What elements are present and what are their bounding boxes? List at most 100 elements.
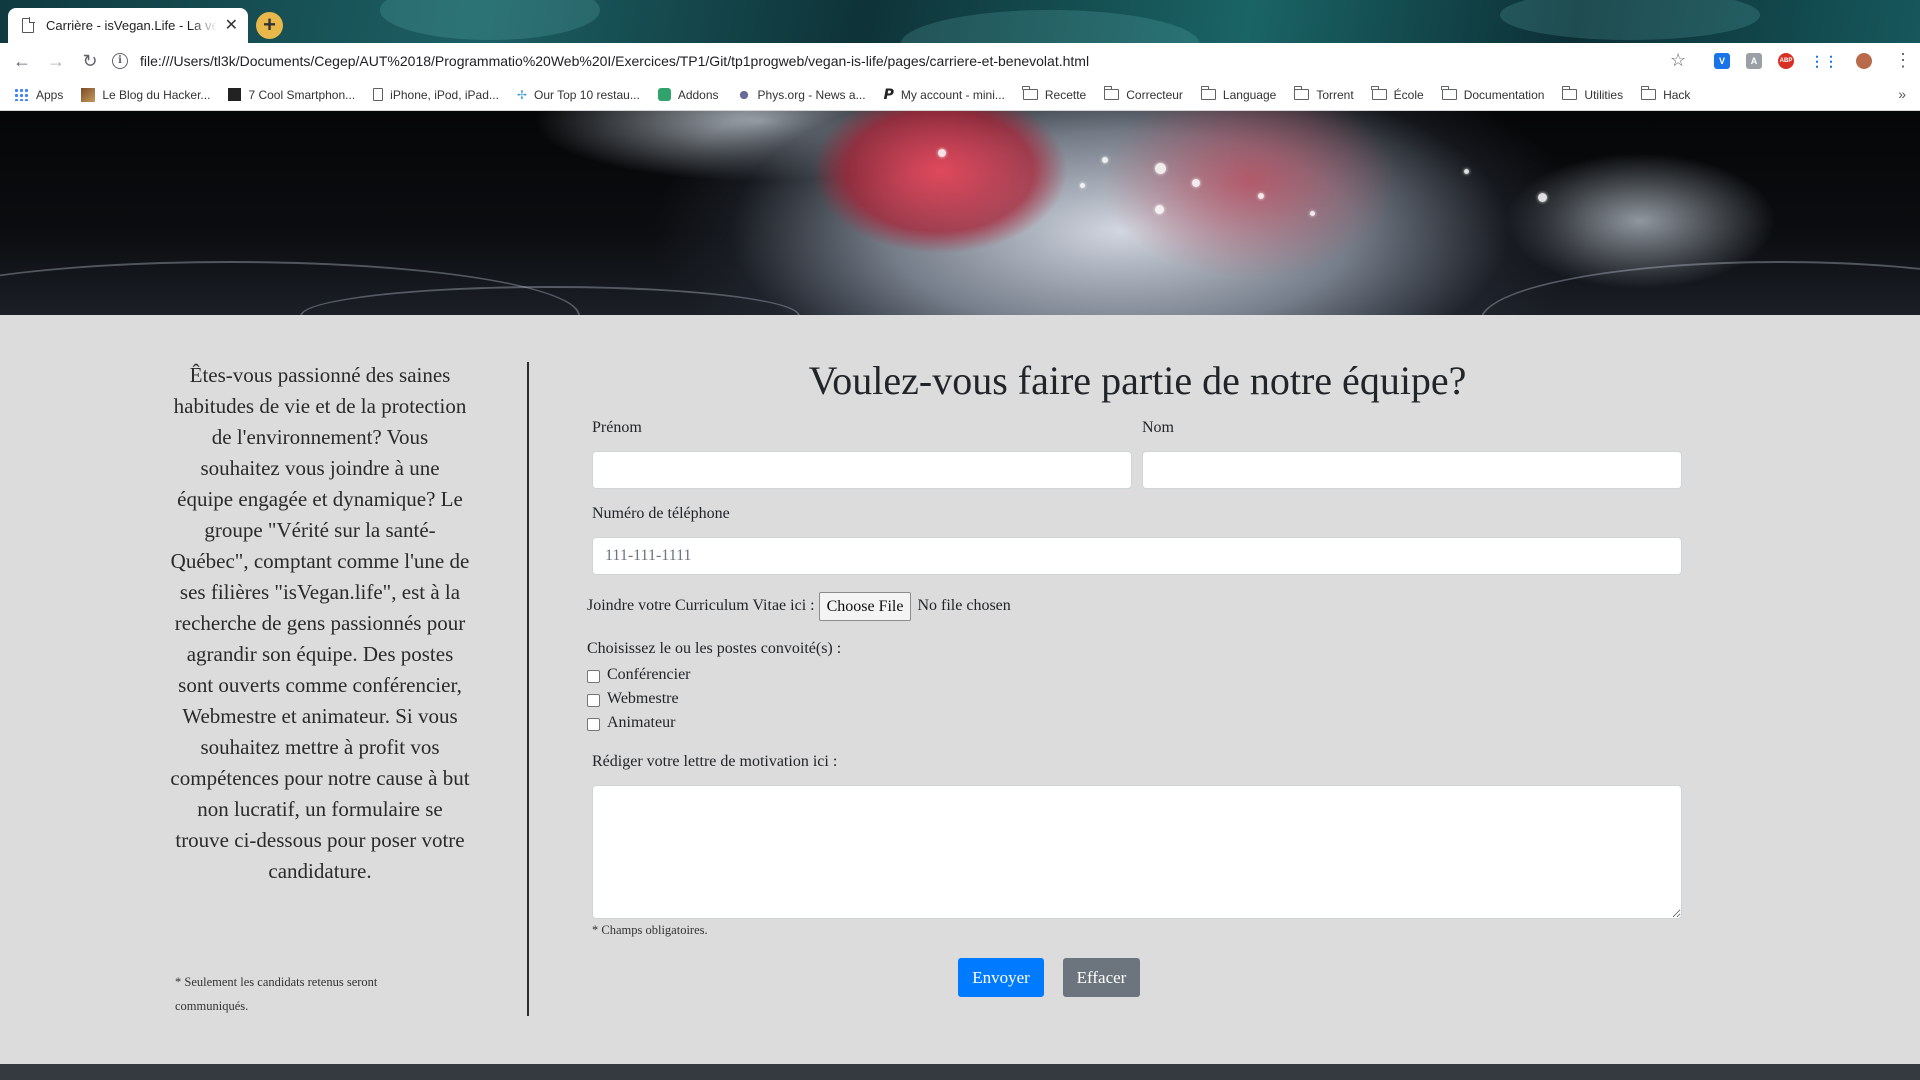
site-favicon-icon: ✢ (516, 87, 527, 102)
browser-tab-active[interactable]: Carrière - isVegan.Life - La vérité ✕ (8, 8, 248, 43)
folder-icon (1562, 86, 1578, 100)
cv-upload-row: Joindre votre Curriculum Vitae ici : Cho… (587, 591, 1011, 621)
bookmark-item[interactable]: P My account - mini... (884, 88, 1005, 102)
bookmark-label: 7 Cool Smartphon... (248, 87, 356, 102)
bookmark-item[interactable]: Apps (14, 88, 63, 102)
info-icon[interactable]: i (112, 53, 128, 69)
positions-group: Choisissez le ou les postes convoité(s) … (587, 640, 841, 735)
bookmark-item[interactable]: 7 Cool Smartphon... (228, 88, 355, 102)
address-bar[interactable]: i file:///Users/tl3k/Documents/Cegep/AUT… (112, 47, 1672, 75)
reset-button[interactable]: Effacer (1063, 958, 1140, 997)
hero-decoration (1310, 211, 1315, 216)
required-fields-note: * Champs obligatoires. (592, 923, 708, 937)
last-name-label: Nom (1142, 419, 1174, 436)
footer (0, 1064, 1920, 1080)
site-favicon-icon (81, 87, 96, 102)
bookmark-label: Our Top 10 restau... (533, 87, 640, 102)
choose-file-button[interactable]: Choose File (818, 591, 912, 621)
file-status-text: No file chosen (917, 597, 1011, 614)
vertical-divider (527, 362, 529, 1016)
page-icon (373, 88, 384, 101)
bookmark-label: Correcteur (1126, 87, 1183, 102)
bookmark-label: Hack (1663, 87, 1691, 102)
extension-translate-icon[interactable]: A (1746, 53, 1762, 69)
browser-toolbar: ← → ↻ i file:///Users/tl3k/Documents/Ceg… (0, 43, 1920, 79)
extension-grid-icon[interactable]: ⋮⋮ (1810, 53, 1838, 69)
bookmark-star-icon[interactable]: ☆ (1670, 51, 1686, 69)
tab-title: Carrière - isVegan.Life - La vérité (46, 18, 217, 33)
motivation-letter-textarea[interactable] (592, 785, 1682, 919)
bookmark-item[interactable]: Phys.org - News a... (736, 87, 866, 102)
bookmark-folder[interactable]: Torrent (1293, 86, 1354, 102)
bookmark-item[interactable]: Le Blog du Hacker... (81, 87, 211, 102)
checkbox[interactable] (587, 718, 600, 731)
bookmark-label: Le Blog du Hacker... (102, 87, 211, 102)
positions-label: Choisissez le ou les postes convoité(s) … (587, 640, 842, 657)
bookmark-folder[interactable]: Correcteur (1103, 86, 1183, 102)
bookmarks-overflow-button[interactable]: » (1898, 86, 1906, 102)
new-tab-button[interactable]: + (256, 12, 283, 39)
bookmark-folder[interactable]: Hack (1640, 86, 1691, 102)
hero-decoration (1538, 193, 1547, 202)
position-option[interactable]: Webmestre (587, 687, 841, 711)
position-option[interactable]: Animateur (587, 711, 841, 735)
cv-upload-label: Joindre votre Curriculum Vitae ici : (587, 597, 815, 614)
folder-icon (1441, 86, 1457, 100)
bookmark-item[interactable]: ✢ Our Top 10 restau... (517, 88, 640, 102)
bookmark-label: Phys.org - News a... (757, 87, 866, 102)
hero-decoration (1480, 261, 1920, 315)
folder-icon (1640, 86, 1657, 100)
bookmark-label: Utilities (1584, 87, 1624, 102)
adblock-icon[interactable]: ABP (1778, 53, 1794, 69)
recruitment-intro-text: Êtes-vous passionné des saines habitudes… (170, 363, 470, 883)
position-label: Webmestre (607, 690, 679, 707)
extension-v-icon[interactable]: V (1714, 53, 1730, 69)
bookmarks-bar: Apps Le Blog du Hacker... 7 Cool Smartph… (0, 79, 1920, 111)
bookmark-label: Language (1222, 87, 1277, 102)
bookmark-folder[interactable]: Recette (1022, 86, 1087, 102)
tab-strip-decoration (900, 10, 1200, 43)
submit-button[interactable]: Envoyer (958, 958, 1044, 997)
folder-icon (1371, 86, 1387, 100)
bookmark-folder[interactable]: Language (1200, 86, 1277, 102)
hero-decoration (938, 149, 946, 157)
hero-decoration (1080, 183, 1085, 188)
apps-grid-icon (14, 88, 29, 101)
bookmark-folder[interactable]: Documentation (1441, 86, 1545, 102)
close-tab-icon[interactable]: ✕ (225, 17, 238, 34)
url-text[interactable]: file:///Users/tl3k/Documents/Cegep/AUT%2… (140, 53, 1089, 69)
last-name-input[interactable] (1142, 451, 1682, 489)
bookmark-label: Documentation (1463, 87, 1545, 102)
bookmark-item[interactable]: Addons (657, 87, 719, 102)
phone-input[interactable] (592, 537, 1682, 575)
reload-icon[interactable]: ↻ (78, 49, 102, 73)
checkbox[interactable] (587, 670, 600, 683)
folder-icon (1293, 86, 1310, 100)
bookmark-folder[interactable]: École (1371, 86, 1424, 102)
bookmark-label: Recette (1044, 87, 1087, 102)
position-option[interactable]: Conférencier (587, 663, 841, 687)
hero-banner-image (0, 111, 1920, 315)
bookmark-folder[interactable]: Utilities (1562, 86, 1624, 102)
profile-avatar[interactable] (1856, 53, 1872, 69)
bookmark-label: Addons (677, 87, 719, 102)
motivation-letter-label: Rédiger votre lettre de motivation ici : (592, 753, 838, 770)
bookmark-label: Apps (36, 87, 64, 102)
hero-decoration (1155, 163, 1166, 174)
hero-decoration (1192, 179, 1200, 187)
browser-tab-strip: Carrière - isVegan.Life - La vérité ✕ + (0, 0, 1920, 43)
puzzle-icon (657, 88, 671, 101)
browser-menu-icon[interactable]: ⋮ (1894, 51, 1912, 69)
bookmark-item[interactable]: iPhone, iPod, iPad... (373, 88, 499, 102)
first-name-input[interactable] (592, 451, 1132, 489)
back-arrow-icon[interactable]: ← (10, 49, 34, 73)
first-name-label: Prénom (592, 419, 642, 436)
forward-arrow-icon[interactable]: → (44, 49, 68, 73)
folder-icon (1022, 86, 1038, 100)
page-icon (22, 17, 35, 33)
bookmark-label: École (1393, 87, 1424, 102)
position-label: Conférencier (607, 666, 691, 683)
checkbox[interactable] (587, 694, 600, 707)
folder-icon (1103, 86, 1120, 100)
hero-decoration (1102, 157, 1108, 163)
